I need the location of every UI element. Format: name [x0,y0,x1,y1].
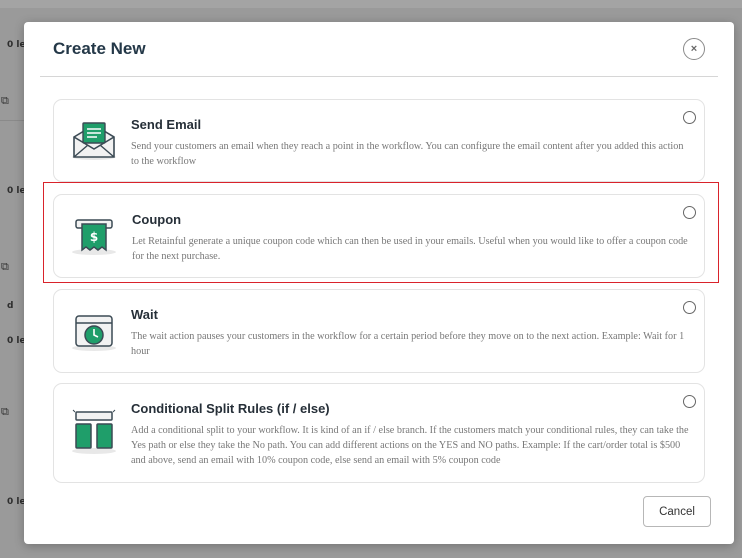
modal-header: Create New × [40,22,718,77]
option-title: Send Email [131,117,202,132]
clock-calendar-icon [72,315,116,351]
option-title: Wait [131,307,158,322]
option-conditional-split[interactable]: Conditional Split Rules (if / else) Add … [53,383,705,483]
option-radio-send-email[interactable] [683,111,696,124]
option-description: Send your customers an email when they r… [131,141,684,167]
modal-title: Create New [53,39,146,58]
option-description: Add a conditional split to your workflow… [131,425,689,466]
background-copy-icon: ⧉ [1,95,9,107]
background-topbar [0,0,742,8]
close-icon: × [690,43,698,55]
option-description: The wait action pauses your customers in… [131,331,685,357]
create-new-modal: Create New × Send Email Send your custom… [24,22,734,544]
cancel-button[interactable]: Cancel [643,496,711,527]
option-radio-conditional-split[interactable] [683,395,696,408]
option-radio-wait[interactable] [683,301,696,314]
option-wait[interactable]: Wait The wait action pauses your custome… [53,289,705,373]
split-icon [72,409,116,454]
background-copy-icon: ⧉ [1,261,9,273]
selection-highlight [43,182,719,283]
close-button[interactable]: × [683,38,705,60]
option-send-email[interactable]: Send Email Send your customers an email … [53,99,705,182]
option-title: Conditional Split Rules (if / else) [131,401,330,416]
envelope-icon [72,122,116,160]
background-copy-icon: ⧉ [1,406,9,418]
